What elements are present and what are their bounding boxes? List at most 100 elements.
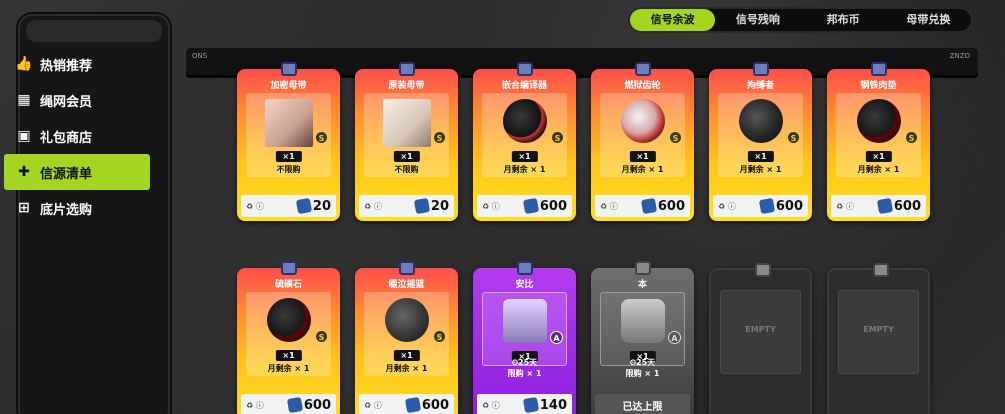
gift-icon: ▣	[17, 128, 31, 144]
card-note: 月剩余 × 1	[857, 165, 900, 174]
clip-icon	[517, 261, 533, 275]
recycle-icon: ♻ ⓘ	[482, 400, 500, 410]
card-art-frame: S ×1 月剩余 × 1	[364, 292, 449, 376]
card-name: 本	[637, 280, 647, 290]
film-currency-icon	[522, 197, 539, 215]
shop-card[interactable]: 嵌合编译器 S ×1 月剩余 × 1 ♻ ⓘ 600	[473, 62, 576, 221]
card-qty: ×1	[511, 151, 538, 162]
empty-label: EMPTY	[745, 325, 776, 334]
windows-icon: ⊞	[18, 200, 30, 216]
clip-icon	[281, 62, 297, 76]
item-art	[502, 99, 547, 143]
card-qty: ×1	[747, 151, 774, 162]
card-art-frame: S ×1 月剩余 × 1	[600, 93, 685, 177]
shop-card[interactable]: 燃狱齿轮 S ×1 月剩余 × 1 ♻ ⓘ 600	[591, 62, 694, 221]
item-art	[856, 99, 901, 143]
coin-icon: S	[905, 131, 918, 144]
card-footer: ♻ ⓘ 600	[595, 195, 690, 217]
clip-icon	[755, 263, 771, 277]
sidebar-item-membership[interactable]: ▦ 绳网会员	[4, 82, 150, 118]
sidebar-item-film-purchase[interactable]: ⊞ 底片选购	[4, 190, 150, 226]
card-name: 燃狱齿轮	[624, 81, 661, 91]
card-qty: ×1	[865, 151, 892, 162]
film-currency-icon	[404, 396, 421, 414]
sidebar-item-label: 底片选购	[40, 202, 93, 218]
shop-card[interactable]: 钢铁肉垫 S ×1 月剩余 × 1 ♻ ⓘ 600	[827, 62, 930, 221]
tab-signal-aftermath[interactable]: 信号余波	[630, 9, 716, 31]
card-price: 600	[876, 197, 921, 215]
card-price: 600	[522, 197, 567, 215]
agent-coin-icon: A	[668, 331, 681, 344]
card-note: 不限购	[394, 165, 419, 174]
clip-icon	[873, 263, 889, 277]
calendar-icon: ▦	[17, 92, 31, 108]
card-note: 月剩余 × 1	[267, 364, 310, 373]
sidebar-item-gift-shop[interactable]: ▣ 礼包商店	[4, 118, 150, 154]
empty-label: EMPTY	[863, 325, 894, 334]
card-name: 钢铁肉垫	[860, 81, 897, 91]
tab-master-tape-exchange[interactable]: 母带兑换	[886, 9, 971, 31]
rail-tag-left: ONS	[192, 52, 208, 60]
tab-signal-echo[interactable]: 信号残响	[715, 9, 800, 31]
card-name: 原装母带	[388, 81, 425, 91]
film-currency-icon	[413, 197, 431, 215]
card-art-frame: S ×1 月剩余 × 1	[718, 93, 803, 177]
clip-icon	[399, 62, 415, 76]
shop-card[interactable]: 硫磺石 S ×1 月剩余 × 1 ♻ ⓘ 600	[237, 261, 340, 414]
card-price: 600	[404, 396, 449, 414]
recycle-icon: ♻ ⓘ	[246, 400, 264, 410]
film-currency-icon	[286, 396, 303, 414]
empty-frame: EMPTY	[720, 290, 801, 374]
card-art-frame: S ×1 月剩余 × 1	[836, 93, 921, 177]
top-tabs: 信号余波 信号残响 邦布币 母带兑换	[628, 7, 973, 33]
sidebar-item-hot-recommend[interactable]: 👍 热销推荐	[4, 46, 150, 82]
shop-card[interactable]: 本 A ×1 ⏲25天 限购 × 1 已达上限	[591, 261, 694, 414]
card-footer: ♻ ⓘ 20	[241, 195, 336, 217]
card-timer: ⏲25天	[629, 358, 656, 367]
coin-icon: S	[433, 330, 446, 343]
card-name: 嵌合编译器	[501, 81, 547, 91]
shop-card[interactable]: 原装母带 S ×1 不限购 ♻ ⓘ 20	[355, 62, 458, 221]
card-footer: 已达上限	[595, 394, 690, 414]
tab-bangboo-coin[interactable]: 邦布币	[801, 9, 886, 31]
shop-card[interactable]: 安比 A ×1 ⏲25天 限购 × 1 ♻ ⓘ 140	[473, 261, 576, 414]
agent-coin-icon: A	[550, 331, 563, 344]
card-note: 月剩余 × 1	[621, 165, 664, 174]
card-name: 啜泣摇篮	[388, 280, 425, 290]
clip-icon	[635, 261, 651, 275]
item-art	[382, 99, 431, 147]
card-price: 600	[286, 396, 331, 414]
recycle-icon: ♻ ⓘ	[482, 201, 500, 211]
card-qty: ×1	[629, 151, 656, 162]
recycle-icon: ♻ ⓘ	[364, 400, 382, 410]
card-footer: ♻ ⓘ 600	[241, 394, 336, 414]
sidebar-item-source-list[interactable]: ✚ 信源清单	[4, 154, 150, 190]
thumbs-up-icon: 👍	[15, 56, 33, 72]
shop-card[interactable]: 啜泣摇篮 S ×1 月剩余 × 1 ♻ ⓘ 600	[355, 261, 458, 414]
item-art	[384, 298, 429, 342]
coin-icon: S	[433, 131, 446, 144]
card-note: 月剩余 × 1	[739, 165, 782, 174]
clip-icon	[753, 62, 769, 76]
card-footer: ♻ ⓘ 600	[713, 195, 808, 217]
card-art-frame: S ×1 月剩余 × 1	[482, 93, 567, 177]
item-art	[620, 99, 665, 143]
card-footer: ♻ ⓘ 600	[477, 195, 572, 217]
shop-card[interactable]: 拘缚者 S ×1 月剩余 × 1 ♻ ⓘ 600	[709, 62, 812, 221]
card-qty: ×1	[275, 350, 302, 361]
card-price: 140	[522, 396, 567, 414]
shop-card[interactable]: 加密母带 S ×1 不限购 ♻ ⓘ 20	[237, 62, 340, 221]
card-timer: ⏲25天	[511, 358, 538, 367]
card-footer: ♻ ⓘ 600	[831, 195, 926, 217]
sidebar-item-label: 信源清单	[40, 166, 93, 182]
card-price: 600	[640, 197, 685, 215]
card-note: 不限购	[276, 165, 301, 174]
coin-icon: S	[669, 131, 682, 144]
card-limit: 限购 × 1	[625, 369, 660, 378]
item-art	[266, 298, 311, 342]
item-art	[264, 99, 313, 147]
recycle-icon: ♻ ⓘ	[718, 201, 736, 211]
sidebar-item-label: 绳网会员	[40, 94, 93, 110]
card-name: 拘缚者	[746, 81, 774, 91]
recycle-icon: ♻ ⓘ	[836, 201, 854, 211]
